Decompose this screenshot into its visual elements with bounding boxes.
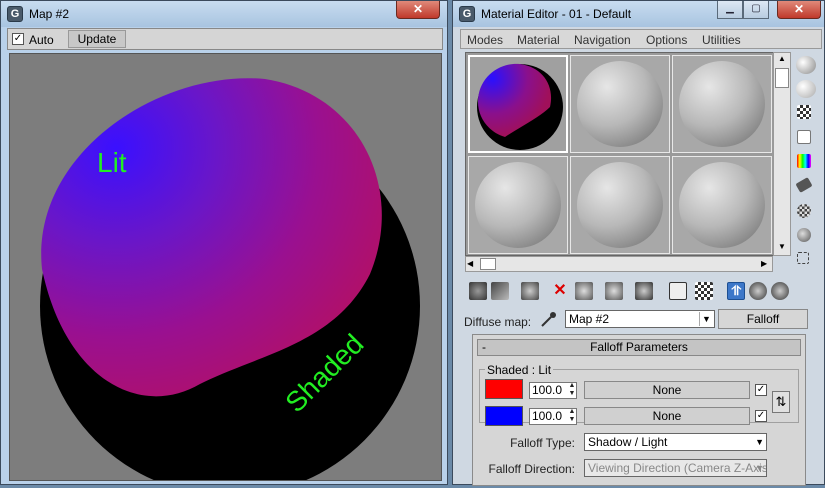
update-button[interactable]: Update [68,30,126,48]
lit-label: Lit [97,147,127,178]
menu-utilities[interactable]: Utilities [702,33,741,47]
put-to-scene-icon[interactable] [491,282,509,300]
sample-slot-3[interactable] [672,55,772,153]
rollout-title: Falloff Parameters [590,340,688,354]
sample-uv-tiling-icon[interactable] [797,130,811,144]
select-by-material-icon[interactable] [797,228,811,242]
falloff-sphere-preview: Lit Shaded [40,78,420,480]
shaded-color-swatch[interactable] [485,379,523,399]
material-editor-title: Material Editor - 01 - Default [481,7,632,21]
scroll-right-icon[interactable]: ▶ [761,258,771,270]
app-logo-icon: G [459,6,475,22]
lit-map-checkbox[interactable]: ✓ [755,410,767,422]
auto-checkbox[interactable]: ✓ [12,33,24,45]
minimize-button[interactable]: ▁ [717,1,743,19]
show-end-result-icon[interactable]: ⥣ [727,282,745,300]
put-to-library-icon[interactable] [635,282,653,300]
material-editor-titlebar[interactable]: G Material Editor - 01 - Default ▁ ▢ ✕ [453,1,824,27]
slot-vertical-scrollbar[interactable]: ▲ ▼ [773,52,791,256]
falloff-type-select[interactable]: Shadow / Light ▼ [584,433,767,451]
sample-type-icon[interactable] [796,56,816,74]
side-toolbar [793,52,819,267]
lit-map-button[interactable]: None [584,407,750,425]
map-window-title: Map #2 [29,7,70,21]
menu-navigation[interactable]: Navigation [574,33,631,47]
shaded-lit-group-label: Shaded : Lit [485,363,554,377]
lit-color-swatch[interactable] [485,406,523,426]
go-forward-to-sibling-icon[interactable] [771,282,789,300]
menu-modes[interactable]: Modes [467,33,503,47]
material-id-channel-icon[interactable] [669,282,687,300]
slot-horizontal-scrollbar[interactable]: ◀ ▶ [465,256,773,272]
reset-map-icon[interactable]: ✕ [551,282,569,300]
options-icon[interactable] [797,204,811,218]
rollout-header[interactable]: - Falloff Parameters [477,339,801,356]
material-map-navigator-icon[interactable] [797,252,809,264]
make-unique-icon[interactable] [605,282,623,300]
shaded-map-checkbox[interactable]: ✓ [755,384,767,396]
collapse-icon[interactable]: - [482,340,486,355]
auto-label: Auto [29,33,54,47]
shaded-map-button[interactable]: None [584,381,750,399]
make-material-copy-icon[interactable] [575,282,593,300]
falloff-parameters-rollout: - Falloff Parameters Shaded : Lit 100.0 … [472,334,806,486]
maximize-button[interactable]: ▢ [743,1,769,19]
scroll-up-icon[interactable]: ▲ [775,54,789,66]
menu-material[interactable]: Material [517,33,560,47]
diffuse-map-label: Diffuse map: [464,315,532,329]
make-preview-icon[interactable] [795,177,813,193]
map-name-value: Map #2 [569,312,610,326]
material-editor-window: G Material Editor - 01 - Default ▁ ▢ ✕ M… [452,0,825,486]
background-icon[interactable] [797,105,811,119]
material-toolbar: ✕ ⥣ [465,280,810,302]
falloff-direction-select[interactable]: Viewing Direction (Camera Z-Axis) ▼ [584,459,767,477]
sample-slots [465,52,791,256]
sample-slot-5[interactable] [570,156,670,254]
assign-to-selection-icon[interactable] [521,282,539,300]
falloff-direction-value: Viewing Direction (Camera Z-Axis) [588,461,767,475]
scroll-down-icon[interactable]: ▼ [775,242,789,254]
map-preview-window: G Map #2 ✕ ✓ Auto Update Lit Shaded [0,0,448,485]
falloff-type-value: Shadow / Light [588,435,668,449]
falloff-type-label: Falloff Type: [510,436,575,450]
sample-slot-4[interactable] [468,156,568,254]
falloff-direction-label: Falloff Direction: [488,462,575,476]
map-window-close-button[interactable]: ✕ [396,1,440,19]
spinner-arrows-icon[interactable]: ▲ ▼ [567,408,577,425]
pick-material-eyedropper-icon[interactable] [539,311,557,329]
sample-slot-1[interactable] [468,55,568,153]
show-shaded-material-icon[interactable] [695,282,713,300]
sample-slot-2[interactable] [570,55,670,153]
go-to-parent-icon[interactable] [749,282,767,300]
vscroll-thumb[interactable] [775,68,789,88]
material-editor-close-button[interactable]: ✕ [777,1,821,19]
map-window-titlebar[interactable]: G Map #2 ✕ [1,1,447,27]
menu-options[interactable]: Options [646,33,687,47]
backlight-icon[interactable] [796,80,816,98]
chevron-down-icon[interactable]: ▼ [755,461,764,475]
scroll-left-icon[interactable]: ◀ [467,258,477,270]
app-logo-icon: G [7,6,23,22]
swap-colors-icon[interactable]: ⇅ [772,391,790,413]
map-name-combobox[interactable]: Map #2 ▼ [565,310,715,328]
get-material-icon[interactable] [469,282,487,300]
sample-slot-6[interactable] [672,156,772,254]
menu-bar: Modes Material Navigation Options Utilit… [460,29,822,49]
map-preview-canvas: Lit Shaded [9,53,442,481]
map-toolbar: ✓ Auto Update [7,28,443,50]
chevron-down-icon[interactable]: ▼ [699,312,713,326]
map-type-button[interactable]: Falloff [718,309,808,329]
spinner-arrows-icon[interactable]: ▲ ▼ [567,382,577,399]
hscroll-thumb[interactable] [480,258,496,270]
chevron-down-icon[interactable]: ▼ [755,435,764,449]
video-color-check-icon[interactable] [797,154,811,168]
